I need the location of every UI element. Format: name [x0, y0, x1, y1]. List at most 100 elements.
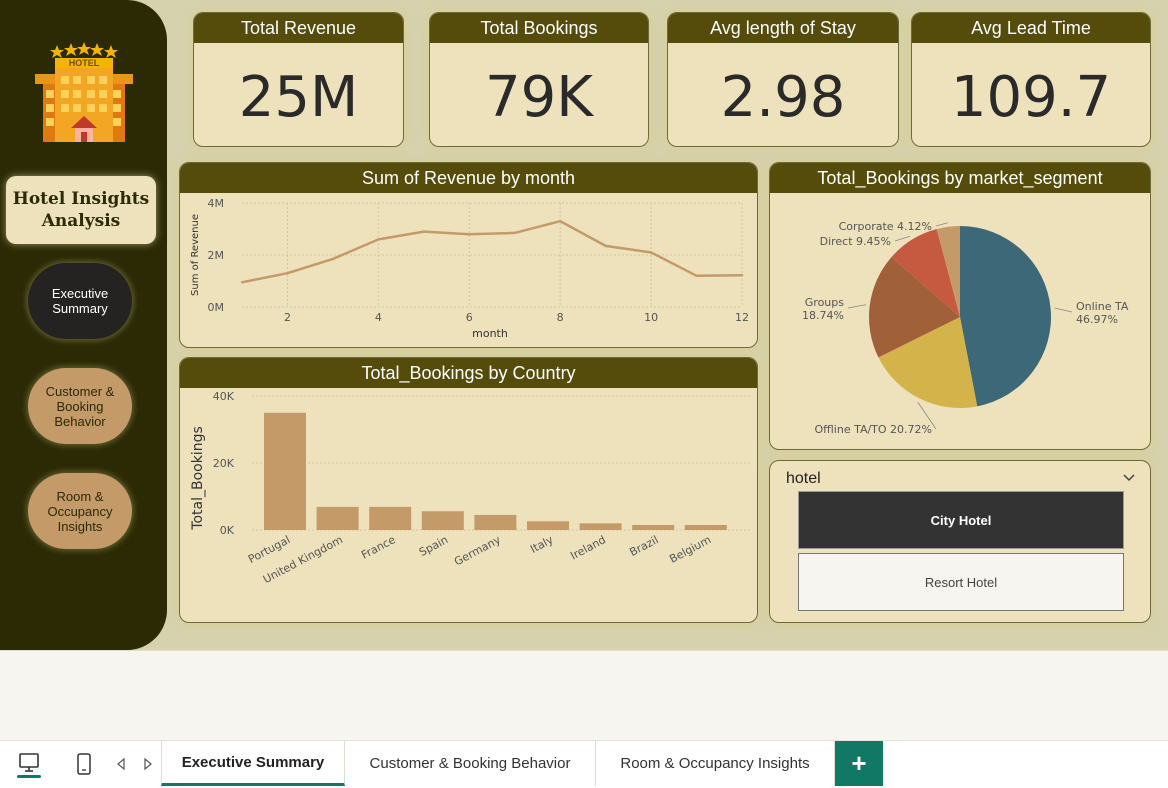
slice-leader-line	[935, 222, 948, 227]
x-tick-label: Belgium	[667, 533, 713, 566]
bookings-by-country-chart[interactable]: Total_Bookings by Country 0K 20K 40K Portug…	[179, 357, 758, 623]
slice-label: Direct 9.45%	[820, 235, 891, 248]
kpi-title: Avg Lead Time	[912, 13, 1150, 43]
revenue-point	[286, 272, 289, 275]
hotel-logo-icon: HOTEL	[35, 42, 133, 142]
revenue-point	[240, 281, 244, 284]
add-page-button[interactable]: +	[835, 741, 883, 786]
slice-label: Corporate 4.12%	[839, 220, 932, 233]
chart-title: Total_Bookings by market_segment	[770, 163, 1150, 193]
tab-customer-booking-behavior[interactable]: Customer & Booking Behavior	[345, 741, 596, 786]
slicer-option-resort-hotel[interactable]: Resort Hotel	[798, 553, 1124, 611]
country-bar	[264, 412, 306, 530]
kpi-value: 2.98	[720, 65, 846, 130]
kpi-card-avg-length-of-stay: Avg length of Stay 2.98	[667, 12, 899, 147]
slice-leader-line	[894, 235, 911, 242]
report-canvas: HOTEL Hotel Insights Analysis Executive …	[0, 0, 1168, 650]
x-tick-label: 6	[466, 311, 473, 324]
country-bar	[684, 524, 727, 530]
revenue-point	[468, 233, 471, 236]
revenue-point	[740, 274, 744, 277]
revenue-point	[558, 220, 562, 223]
kpi-value: 79K	[485, 65, 593, 130]
revenue-point	[331, 257, 335, 261]
svg-text:HOTEL: HOTEL	[69, 58, 100, 68]
slicer-option-city-hotel[interactable]: City Hotel	[798, 491, 1124, 549]
x-tick-label: Spain	[417, 533, 450, 559]
kpi-value: 25M	[238, 65, 359, 130]
x-tick-label: 4	[375, 311, 382, 324]
x-tick-label: Germany	[452, 533, 503, 568]
x-tick-label: 12	[735, 311, 749, 324]
scroll-left-icon[interactable]	[112, 741, 130, 786]
revenue-line-plot: 0M 2M 4M 2 4 6 8 10 12 month Sum of Revenue	[190, 197, 749, 340]
slice-label: Groups	[805, 296, 844, 309]
country-bar	[632, 524, 675, 530]
chart-title: Sum of Revenue by month	[180, 163, 757, 193]
kpi-card-avg-lead-time: Avg Lead Time 109.7	[911, 12, 1151, 147]
revenue-point	[649, 251, 653, 254]
report-title: Hotel Insights Analysis	[6, 176, 156, 244]
segment-slice	[960, 226, 1051, 407]
country-bar	[527, 521, 569, 530]
kpi-value: 109.7	[950, 65, 1112, 130]
revenue-point	[377, 238, 380, 241]
nav-executive-summary[interactable]: Executive Summary	[28, 263, 132, 339]
tab-room-occupancy-insights[interactable]: Room & Occupancy Insights	[596, 741, 835, 786]
y-tick-label: 2M	[208, 249, 225, 262]
revenue-by-month-chart[interactable]: Sum of Revenue by month 0M 2M 4M 2 4 6 8 10 12 mo…	[179, 162, 758, 348]
slice-label: Online TA	[1076, 300, 1129, 313]
x-tick-label: 2	[284, 311, 291, 324]
country-bar	[369, 506, 412, 530]
revenue-point	[422, 230, 426, 233]
nav-customer-booking-behavior[interactable]: Customer & Booking Behavior	[28, 368, 132, 444]
revenue-series-line	[241, 219, 743, 284]
y-axis-label: Sum of Revenue	[190, 214, 201, 296]
country-bar	[421, 511, 464, 530]
hotel-slicer: hotel City Hotel Resort Hotel	[769, 460, 1151, 623]
nav-room-occupancy-insights[interactable]: Room & Occupancy Insights	[28, 473, 132, 549]
kpi-card-total-revenue: Total Revenue 25M	[193, 12, 404, 147]
x-tick-label: France	[359, 533, 398, 562]
revenue-point	[513, 231, 516, 235]
bookings-by-segment-chart[interactable]: Total_Bookings by market_segment Online …	[769, 162, 1151, 450]
x-tick-label: 8	[557, 311, 564, 324]
kpi-card-total-bookings: Total Bookings 79K	[429, 12, 649, 147]
desktop-view-icon[interactable]	[10, 741, 48, 786]
y-tick-label: 40K	[213, 390, 235, 403]
page-tab-bar: Executive Summary Customer & Booking Beh…	[0, 740, 1168, 788]
revenue-point	[604, 244, 607, 248]
chevron-down-icon[interactable]	[1122, 470, 1136, 484]
scroll-right-icon[interactable]	[139, 741, 157, 786]
x-tick-label: Italy	[528, 533, 556, 556]
y-tick-label: 4M	[208, 197, 225, 210]
x-tick-label: Ireland	[568, 533, 608, 562]
x-tick-label: Brazil	[627, 533, 660, 559]
chart-title: Total_Bookings by Country	[180, 358, 757, 388]
country-bar-plot: 0K20K40KPortugalUnited Kingdom France Spai…	[190, 390, 750, 586]
segment-pie-plot: Online TA46.97% Offline TA/TO 20.72% Group…	[802, 220, 1129, 436]
country-bar	[474, 514, 517, 530]
y-tick-label: 0M	[208, 301, 225, 314]
kpi-title: Total Bookings	[430, 13, 648, 43]
empty-canvas-area	[0, 650, 1168, 740]
slice-label: 46.97%	[1076, 313, 1118, 326]
y-tick-label: 0K	[220, 524, 235, 537]
mobile-view-icon[interactable]	[70, 741, 98, 786]
slice-label: 18.74%	[802, 309, 844, 322]
tab-executive-summary[interactable]: Executive Summary	[161, 741, 345, 786]
y-axis-label: Total_Bookings	[190, 426, 206, 530]
sidebar: HOTEL Hotel Insights Analysis Executive …	[0, 0, 167, 650]
x-tick-label: 10	[644, 311, 658, 324]
kpi-title: Avg length of Stay	[668, 13, 898, 43]
slicer-title: hotel	[786, 470, 821, 487]
slice-leader-line	[847, 304, 866, 309]
x-axis-label: month	[472, 327, 508, 340]
country-bar	[316, 506, 359, 530]
slice-leader-line	[1054, 307, 1073, 313]
y-tick-label: 20K	[213, 457, 235, 470]
kpi-title: Total Revenue	[194, 13, 403, 43]
country-bar	[579, 523, 622, 530]
revenue-point	[695, 274, 698, 277]
slice-label: Offline TA/TO 20.72%	[815, 423, 933, 436]
